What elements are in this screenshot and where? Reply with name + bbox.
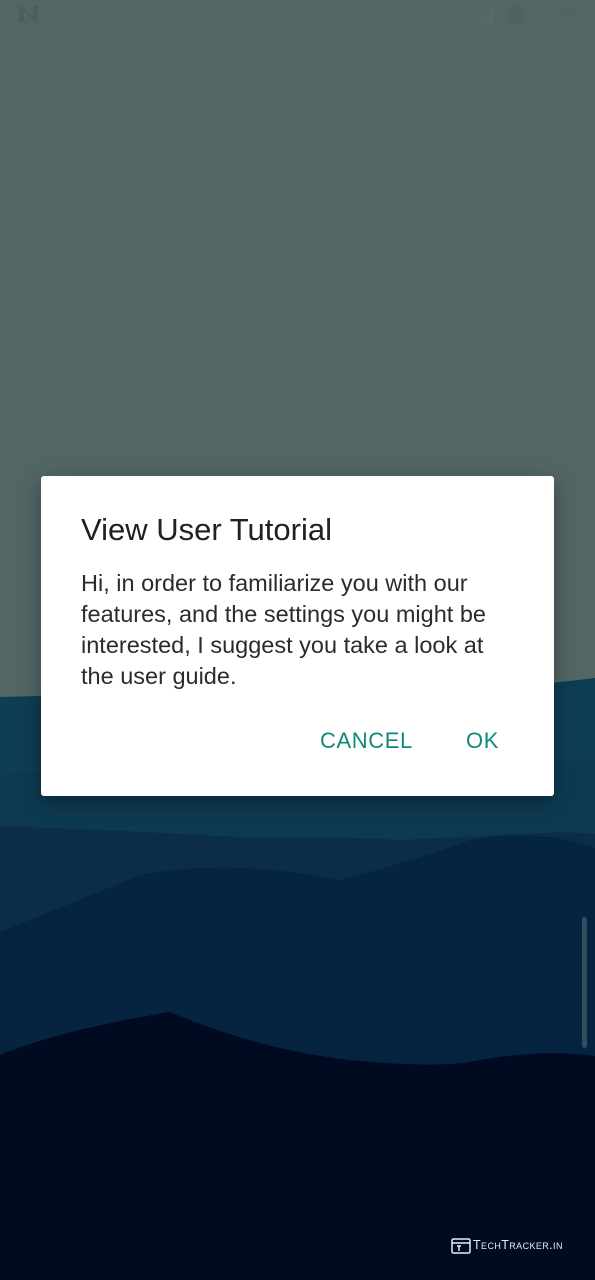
dialog-message: Hi, in order to familiarize you with our… — [81, 570, 486, 689]
n-notification-icon — [19, 6, 38, 22]
battery-icon — [509, 3, 523, 25]
status-bar: 1:51 — [0, 0, 595, 30]
dialog-title: View User Tutorial — [81, 512, 332, 547]
watermark-text: TechTracker.in — [473, 1238, 563, 1252]
signal-icon — [476, 6, 494, 24]
status-time: 1:51 — [537, 1, 580, 24]
user-tutorial-dialog: View User Tutorial Hi, in order to famil… — [41, 476, 554, 796]
ok-button[interactable]: OK — [466, 728, 499, 754]
cancel-button[interactable]: CANCEL — [320, 728, 413, 754]
scrollbar[interactable] — [582, 917, 587, 1048]
browser-window-icon — [451, 1238, 471, 1254]
